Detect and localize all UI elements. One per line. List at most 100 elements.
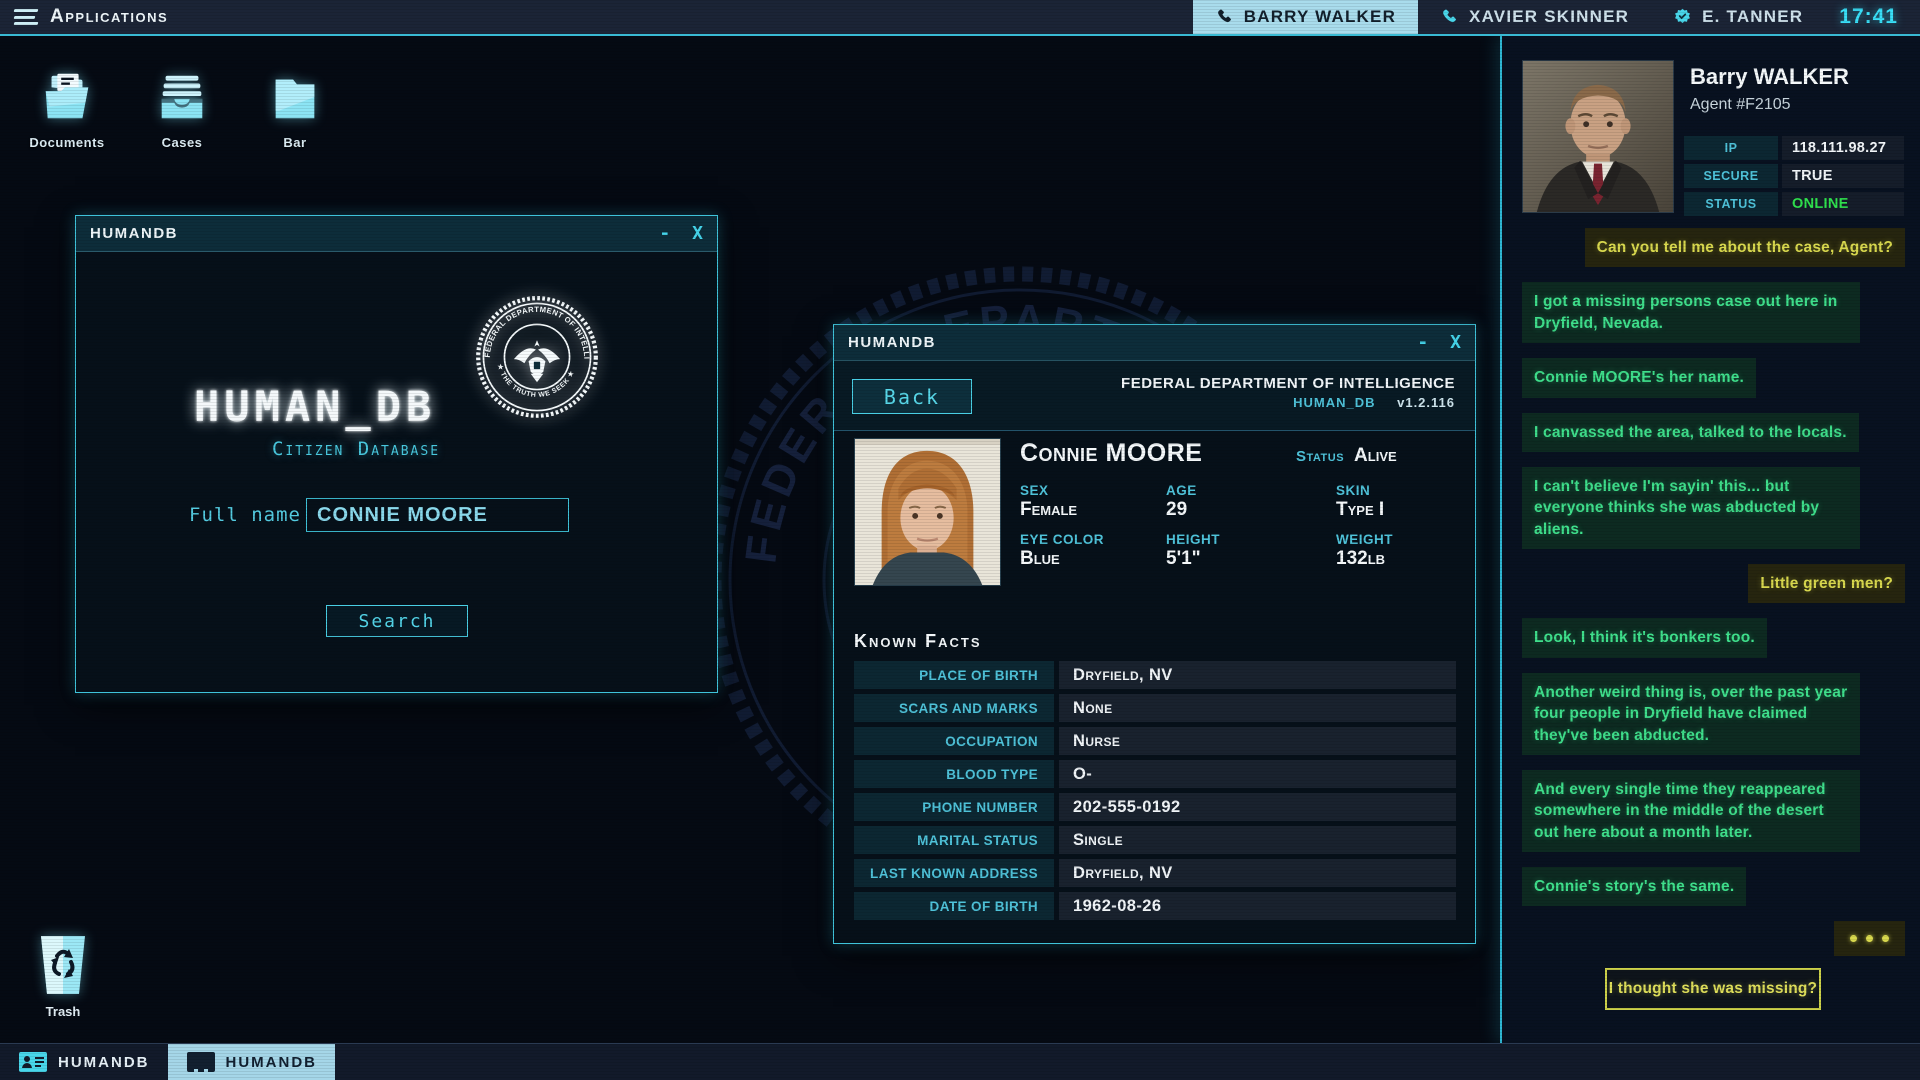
fact-label: PLACE OF BIRTH	[854, 661, 1054, 689]
search-window-titlebar[interactable]: HUMANDB - X	[76, 216, 717, 252]
back-button[interactable]: Back	[852, 379, 972, 414]
record-window-titlebar[interactable]: HUMANDB - X	[834, 325, 1475, 361]
typing-dot	[1882, 935, 1889, 942]
contact-tab-e-tanner[interactable]: E. TANNER	[1651, 0, 1825, 34]
agent-info-value: TRUE	[1782, 164, 1904, 188]
chat-message-agent: Another weird thing is, over the past ye…	[1522, 673, 1860, 755]
typing-indicator	[1834, 921, 1905, 956]
contact-name: E. TANNER	[1702, 7, 1803, 27]
fact-value: Nurse	[1059, 727, 1456, 755]
chat-message-operator: Can you tell me about the case, Agent?	[1585, 228, 1905, 267]
agent-info-label: IP	[1684, 136, 1778, 160]
attribute-value: Type I	[1336, 499, 1456, 521]
agent-info-table: IP118.111.98.27SECURETRUESTATUSONLINE	[1684, 136, 1904, 216]
person-attribute: AGE29	[1166, 483, 1336, 521]
desktop-icon-label: Cases	[130, 135, 234, 150]
known-facts-title: Known Facts	[854, 631, 982, 652]
fact-value: Dryfield, NV	[1059, 859, 1456, 887]
fact-label: PHONE NUMBER	[854, 793, 1054, 821]
agent-info-row: IP118.111.98.27	[1684, 136, 1904, 160]
fact-value: 1962-08-26	[1059, 892, 1456, 920]
app-subheading: Citizen Database	[236, 438, 476, 460]
fact-row: DATE OF BIRTH1962-08-26	[854, 892, 1456, 920]
agent-sidebar: Barry WALKER Agent #F2105 IP118.111.98.2…	[1500, 36, 1920, 1043]
chat-message-agent: I canvassed the area, talked to the loca…	[1522, 413, 1859, 452]
attribute-value: 5'1"	[1166, 548, 1336, 570]
fact-row: PHONE NUMBER202-555-0192	[854, 793, 1456, 821]
desktop-icon-documents[interactable]: Documents	[15, 68, 119, 150]
chat-message-agent: I got a missing persons case out here in…	[1522, 282, 1860, 343]
trash-label: Trash	[18, 1004, 108, 1019]
verified-badge-icon	[1673, 8, 1692, 27]
app-name: HUMAN_DB	[1293, 395, 1375, 410]
contact-tab-xavier-skinner[interactable]: XAVIER SKINNER	[1418, 0, 1651, 34]
citizen-photo	[854, 438, 1001, 586]
taskbar: HUMANDB HUMANDB	[0, 1043, 1920, 1080]
agent-info-value: ONLINE	[1782, 192, 1904, 216]
person-attributes: SEXFemaleAGE29SKINType I EYE COLORBlueHEI…	[1020, 483, 1456, 570]
agent-info-row: STATUSONLINE	[1684, 192, 1904, 216]
chat-messages: Can you tell me about the case, Agent? I …	[1522, 228, 1905, 956]
close-icon[interactable]: X	[692, 225, 703, 243]
known-facts-table: PLACE OF BIRTH Dryfield, NV SCARS AND MARK…	[854, 661, 1456, 920]
hamburger-menu-icon[interactable]	[14, 9, 38, 25]
fact-row: OCCUPATIONNurse	[854, 727, 1456, 755]
desktop-icon-trash[interactable]: Trash	[18, 934, 108, 1019]
attribute-label: HEIGHT	[1166, 532, 1336, 547]
citizen-name: Connie MOORE	[1020, 439, 1202, 468]
department-seal: FEDERAL DEPARTMENT OF INTELLIGENCE ★ THE…	[474, 294, 600, 420]
search-window: HUMANDB - X HUMAN_DB Citizen Database FE…	[75, 215, 718, 693]
fact-label: MARITAL STATUS	[854, 826, 1054, 854]
org-name: FEDERAL DEPARTMENT OF INTELLIGENCE	[1121, 375, 1455, 392]
full-name-input[interactable]	[306, 498, 569, 532]
record-header: Back FEDERAL DEPARTMENT OF INTELLIGENCE …	[834, 361, 1475, 431]
status-label: Status	[1296, 448, 1344, 465]
desktop-icon-bar[interactable]: Bar	[243, 68, 347, 150]
attribute-value: 29	[1166, 499, 1336, 521]
top-menu-bar: Applications BARRY WALKER XAVIER SKINNER…	[0, 0, 1920, 36]
person-attribute: HEIGHT5'1"	[1166, 532, 1336, 570]
minimize-icon[interactable]: -	[1417, 334, 1428, 352]
taskbar-item-humandb-search[interactable]: HUMANDB	[0, 1044, 168, 1080]
taskbar-item-label: HUMANDB	[58, 1054, 150, 1071]
chat-message-agent: Look, I think it's bonkers too.	[1522, 618, 1767, 657]
taskbar-item-label: HUMANDB	[226, 1054, 318, 1071]
applications-menu[interactable]: Applications	[50, 6, 168, 28]
fact-row: SCARS AND MARKSNone	[854, 694, 1456, 722]
person-attribute: EYE COLORBlue	[1020, 532, 1166, 570]
phone-icon	[1440, 8, 1459, 27]
contact-tab-barry-walker[interactable]: BARRY WALKER	[1193, 0, 1418, 34]
full-name-label: Full name	[189, 504, 301, 526]
agent-photo	[1522, 60, 1674, 213]
system-clock: 17:41	[1839, 5, 1898, 29]
agent-name: Barry WALKER	[1690, 64, 1849, 90]
app-heading: HUMAN_DB	[194, 382, 436, 431]
person-attribute: SKINType I	[1336, 483, 1456, 521]
chat-message-operator: Little green men?	[1748, 564, 1905, 603]
desktop-icon-cases[interactable]: Cases	[130, 68, 234, 150]
minimize-icon[interactable]: -	[659, 225, 670, 243]
chat-message-agent: Connie's story's the same.	[1522, 867, 1746, 906]
attribute-label: SKIN	[1336, 483, 1456, 498]
typing-dot	[1866, 935, 1873, 942]
agent-id: Agent #F2105	[1690, 96, 1791, 114]
person-attribute: WEIGHT132lb	[1336, 532, 1456, 570]
window-title: HUMANDB	[90, 225, 178, 242]
taskbar-item-humandb-record[interactable]: HUMANDB	[168, 1044, 336, 1080]
folder-bar-icon	[266, 68, 324, 126]
contact-tabs: BARRY WALKER XAVIER SKINNER E. TANNER	[1193, 0, 1826, 34]
close-icon[interactable]: X	[1450, 334, 1461, 352]
person-attribute: SEXFemale	[1020, 483, 1166, 521]
attribute-label: WEIGHT	[1336, 532, 1456, 547]
chat-message-agent: I can't believe I'm sayin' this... but e…	[1522, 467, 1860, 549]
search-button[interactable]: Search	[326, 605, 468, 637]
id-card-icon	[18, 1051, 48, 1073]
fact-label: LAST KNOWN ADDRESS	[854, 859, 1054, 887]
contact-name: BARRY WALKER	[1244, 7, 1396, 27]
dialogue-choice-button[interactable]: I thought she was missing?	[1605, 968, 1821, 1010]
record-window: HUMANDB - X Back FEDERAL DEPARTMENT OF I…	[833, 324, 1476, 944]
attribute-value: 132lb	[1336, 548, 1456, 570]
seal-eagle	[514, 340, 560, 382]
attribute-label: AGE	[1166, 483, 1336, 498]
chat-message-agent: And every single time they reappeared so…	[1522, 770, 1860, 852]
